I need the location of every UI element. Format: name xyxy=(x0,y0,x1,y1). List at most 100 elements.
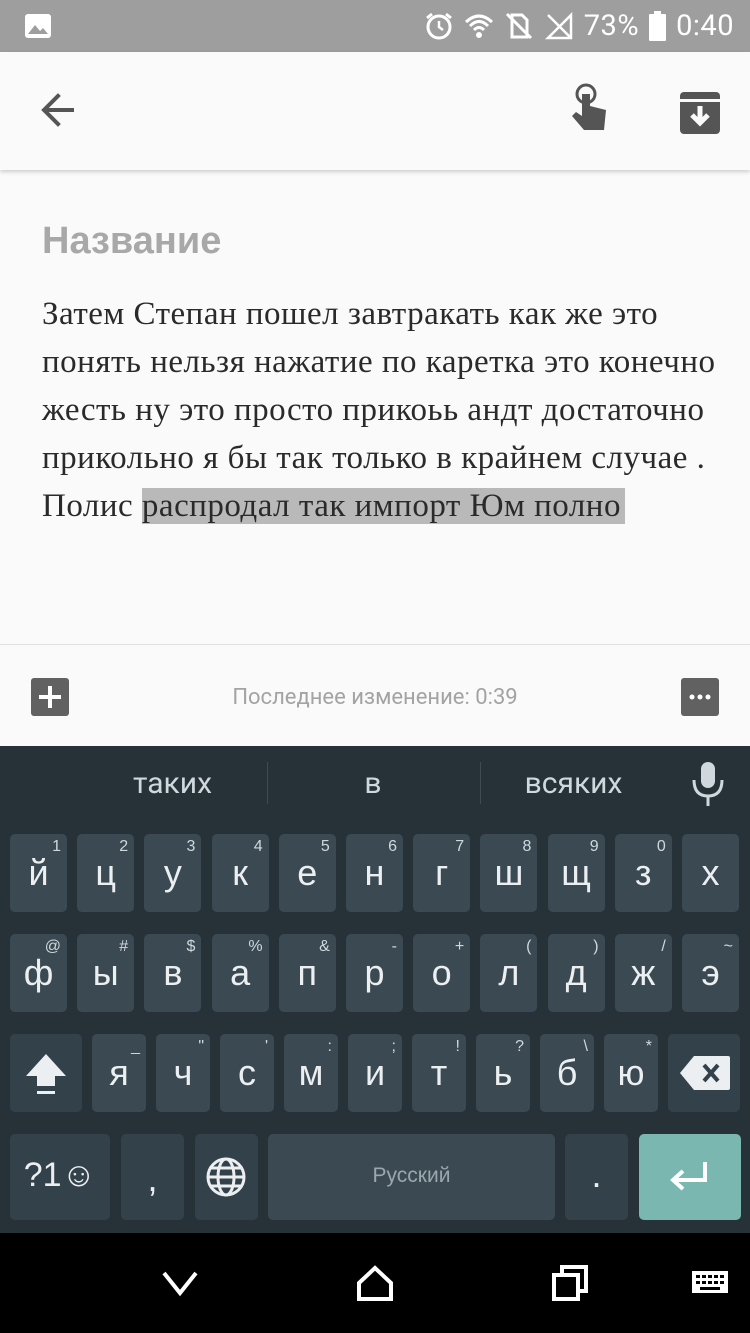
key-hint: 3 xyxy=(186,838,196,855)
key-label: ч xyxy=(173,1052,193,1093)
key-label: а xyxy=(230,952,251,993)
key-hint: 0 xyxy=(656,838,666,855)
key-ч[interactable]: ч " xyxy=(156,1034,210,1112)
key-н[interactable]: н6 xyxy=(346,834,403,912)
key-hint: % xyxy=(248,938,263,955)
space-key[interactable]: Русский xyxy=(268,1134,555,1220)
no-sim-icon xyxy=(505,12,532,40)
key-hint: 4 xyxy=(253,838,263,855)
key-hint: \ xyxy=(583,1038,588,1055)
key-з[interactable]: з0 xyxy=(614,834,672,912)
battery-percent: 73% xyxy=(583,9,640,43)
touch-gesture-icon[interactable] xyxy=(560,82,616,138)
last-modified-label: Последнее изменение: 0:39 xyxy=(232,685,518,710)
key-ш[interactable]: ш8 xyxy=(480,834,538,912)
back-arrow-icon[interactable] xyxy=(32,84,84,136)
key-label: б xyxy=(556,1052,578,1093)
key-а[interactable]: а% xyxy=(211,934,269,1012)
key-hint: ( xyxy=(526,938,532,955)
suggestion-strip: таких в всяких xyxy=(0,746,750,820)
key-label: ы xyxy=(92,952,119,993)
key-р[interactable]: р- xyxy=(346,934,403,1012)
key-ь[interactable]: ь? xyxy=(476,1034,530,1112)
key-label: л xyxy=(498,952,520,993)
enter-icon xyxy=(670,1162,707,1191)
key-label: й xyxy=(28,852,49,893)
selected-text[interactable]: распродал так импорт Юм полно xyxy=(141,488,625,524)
key-п[interactable]: п & xyxy=(278,934,336,1012)
key-ю[interactable]: ю * xyxy=(604,1034,658,1112)
space-key-label: Русский xyxy=(372,1164,451,1187)
key-г[interactable]: г7 xyxy=(413,834,471,912)
key-label: м xyxy=(298,1052,324,1093)
key-б[interactable]: б \ xyxy=(540,1034,594,1112)
key-hint: * xyxy=(645,1038,652,1055)
backspace-key[interactable] xyxy=(668,1034,740,1112)
key-т[interactable]: т! xyxy=(412,1034,466,1112)
key-hint: ! xyxy=(455,1038,460,1055)
note-body-field[interactable]: Затем Степан пошел завтракать как же это… xyxy=(42,290,722,530)
key-у[interactable]: у3 xyxy=(144,834,202,912)
back-chevron-icon[interactable] xyxy=(160,1263,200,1303)
microphone-icon[interactable] xyxy=(686,760,730,808)
keyboard-switch-icon[interactable] xyxy=(690,1263,730,1303)
globe-icon xyxy=(206,1157,246,1197)
key-label: т xyxy=(430,1052,448,1093)
key-ы[interactable]: ы # xyxy=(77,934,135,1012)
key-label: п xyxy=(297,952,318,993)
key-я[interactable]: я _ xyxy=(92,1034,146,1112)
key-label: х xyxy=(701,852,720,893)
key-label: е xyxy=(297,852,318,893)
key-и[interactable]: и; xyxy=(348,1034,402,1112)
key-в[interactable]: в $ xyxy=(144,934,202,1012)
language-key[interactable] xyxy=(195,1134,258,1220)
key-hint: - xyxy=(391,938,397,955)
more-options-icon[interactable] xyxy=(681,678,719,716)
suggestion-1[interactable]: таких xyxy=(80,746,265,820)
key-й[interactable]: й1 xyxy=(10,834,67,912)
key-label: в xyxy=(163,952,183,993)
key-label: о xyxy=(431,952,452,993)
key-label: щ xyxy=(561,852,591,893)
signal-off-icon xyxy=(544,11,572,40)
comma-key[interactable]: , xyxy=(121,1134,184,1220)
key-ф[interactable]: ф @ xyxy=(10,934,67,1012)
period-key[interactable]: . xyxy=(565,1134,628,1220)
key-л[interactable]: л( xyxy=(480,934,538,1012)
comma-key-label: , xyxy=(147,1158,158,1199)
key-х[interactable]: х xyxy=(682,834,739,912)
note-editor[interactable]: Название Затем Степан пошел завтракать к… xyxy=(0,170,750,644)
key-hint: $ xyxy=(186,938,196,955)
key-label: р xyxy=(364,952,385,993)
key-label: г xyxy=(435,852,449,893)
archive-icon[interactable] xyxy=(672,84,728,140)
image-icon xyxy=(25,14,51,38)
key-м[interactable]: м: xyxy=(284,1034,338,1112)
key-hint: / xyxy=(661,938,666,955)
key-ж[interactable]: ж / xyxy=(614,934,672,1012)
key-label: я xyxy=(109,1052,129,1093)
recent-apps-icon[interactable] xyxy=(550,1263,590,1303)
note-title-field[interactable]: Название xyxy=(42,220,221,263)
suggestion-2[interactable]: в xyxy=(268,746,478,820)
key-hint: ) xyxy=(593,938,599,955)
home-icon[interactable] xyxy=(355,1263,395,1303)
key-label: с xyxy=(238,1052,256,1093)
key-к[interactable]: к4 xyxy=(211,834,269,912)
key-е[interactable]: е5 xyxy=(278,834,336,912)
key-hint: ; xyxy=(391,1038,396,1055)
key-э[interactable]: э ~ xyxy=(682,934,739,1012)
shift-key[interactable] xyxy=(10,1034,82,1112)
key-с[interactable]: с ' xyxy=(220,1034,274,1112)
key-о[interactable]: о + xyxy=(413,934,471,1012)
key-щ[interactable]: щ9 xyxy=(547,834,605,912)
suggestion-3[interactable]: всяких xyxy=(481,746,666,820)
period-key-label: . xyxy=(591,1154,602,1195)
key-ц[interactable]: ц2 xyxy=(77,834,135,912)
key-hint: " xyxy=(198,1038,204,1055)
key-д[interactable]: д) xyxy=(547,934,605,1012)
symbols-key[interactable]: ?1☺ xyxy=(10,1134,110,1220)
key-label: ь xyxy=(493,1052,513,1093)
enter-key[interactable] xyxy=(639,1134,741,1220)
key-label: ц xyxy=(95,852,116,893)
